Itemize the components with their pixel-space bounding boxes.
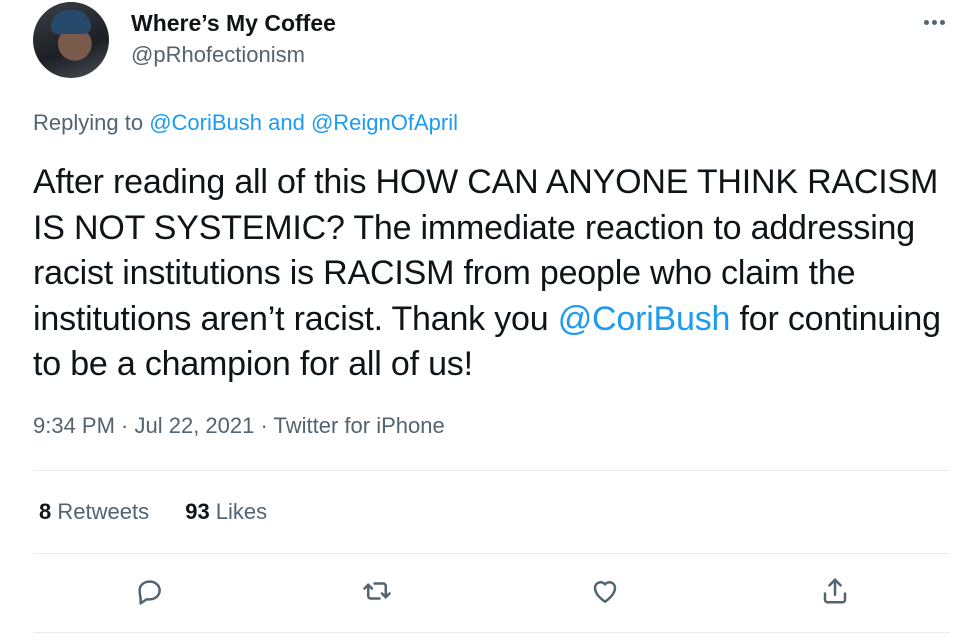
- retweets-count: 8: [39, 499, 52, 524]
- divider: [33, 470, 950, 471]
- author-name[interactable]: Where’s My Coffee: [131, 9, 336, 37]
- tweet-stats: 8 Retweets 93 Likes: [39, 497, 297, 527]
- like-button[interactable]: [588, 574, 622, 608]
- retweet-button[interactable]: [360, 574, 394, 608]
- divider: [33, 553, 950, 554]
- share-icon: [823, 578, 847, 604]
- tweet-time[interactable]: 9:34 PM: [33, 413, 115, 438]
- replying-to-joiner: and: [262, 110, 311, 135]
- reply-button[interactable]: [132, 574, 166, 608]
- more-icon[interactable]: [920, 8, 948, 36]
- avatar[interactable]: [33, 2, 109, 78]
- retweets-stat[interactable]: 8 Retweets: [39, 499, 149, 524]
- retweet-icon: [363, 582, 391, 600]
- mention-reignofapril[interactable]: @ReignOfApril: [311, 110, 458, 135]
- replying-to-prefix: Replying to: [33, 110, 150, 135]
- divider: [33, 632, 950, 633]
- meta-separator: ·: [254, 413, 274, 438]
- tweet-meta: 9:34 PM · Jul 22, 2021 · Twitter for iPh…: [33, 411, 445, 441]
- meta-separator: ·: [114, 413, 135, 438]
- tweet-source[interactable]: Twitter for iPhone: [274, 413, 445, 438]
- retweets-label: Retweets: [51, 499, 150, 524]
- tweet-mention-coribush[interactable]: @CoriBush: [558, 300, 731, 338]
- mention-coribush[interactable]: @CoriBush: [149, 110, 262, 135]
- likes-label: Likes: [209, 499, 268, 524]
- likes-count: 93: [185, 499, 210, 524]
- like-icon: [593, 581, 617, 603]
- replying-to: Replying to @CoriBush and @ReignOfApril: [33, 108, 458, 138]
- tweet-date[interactable]: Jul 22, 2021: [135, 413, 255, 438]
- likes-stat[interactable]: 93 Likes: [185, 499, 267, 524]
- reply-icon: [138, 580, 161, 605]
- author-handle[interactable]: @pRhofectionism: [131, 41, 305, 69]
- share-button[interactable]: [818, 574, 852, 608]
- tweet-text: After reading all of this HOW CAN ANYONE…: [33, 160, 963, 388]
